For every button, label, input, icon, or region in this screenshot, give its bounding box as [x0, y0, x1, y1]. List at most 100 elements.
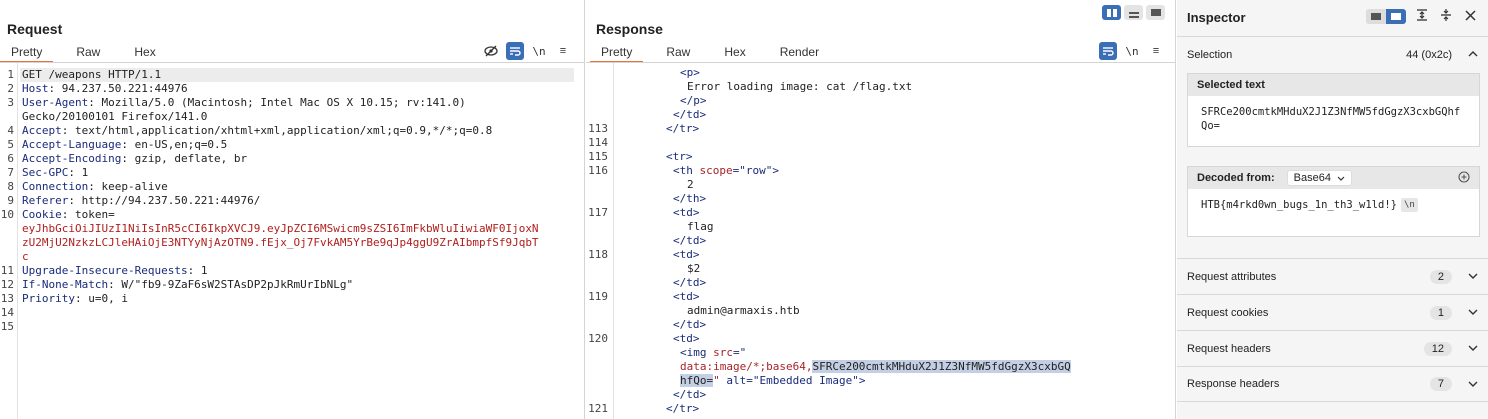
- response-line: </p>: [680, 94, 707, 108]
- header-value: : http://94.237.50.221:44976/: [68, 194, 261, 207]
- encoding-dropdown[interactable]: Base64: [1286, 170, 1352, 186]
- line-number: 113: [588, 122, 608, 135]
- inspector-layout-left-icon[interactable]: [1366, 9, 1386, 24]
- header-value: : keep-alive: [88, 180, 168, 193]
- section-request-attributes[interactable]: Request attributes 2: [1177, 258, 1488, 294]
- menu-icon[interactable]: ≡: [554, 42, 572, 60]
- response-tab-hex[interactable]: Hex: [713, 42, 756, 62]
- show-newlines-icon[interactable]: \n: [530, 42, 548, 60]
- code-token: </th>: [673, 192, 707, 205]
- selected-text-box: Selected text SFRCe200cmtkMHduX2J1Z3NfMW…: [1187, 73, 1480, 147]
- request-line: c: [22, 250, 29, 264]
- response-tabs: Pretty Raw Hex Render: [590, 42, 830, 63]
- selected-text-header: Selected text: [1188, 74, 1479, 96]
- decoded-box: Decoded from: Base64 HTB{m4rkd0wn_bugs_1…: [1187, 166, 1480, 237]
- tabbed-layout-icon[interactable]: [1146, 5, 1165, 20]
- request-line: Priority: u=0, i: [22, 292, 128, 306]
- code-token: alt: [726, 374, 747, 387]
- request-pane: Request Pretty Raw Hex \n ≡ 1 GET /weapon…: [0, 0, 585, 419]
- line-number: 13: [0, 292, 14, 305]
- collapse-all-icon[interactable]: [1438, 9, 1454, 24]
- code-token: "row": [739, 164, 773, 177]
- decoded-value-row: HTB{m4rkd0wn_bugs_1n_th3_w1ld!} \n: [1188, 189, 1479, 221]
- request-line: zU2MjU2NzkzLCJleHAiOjE3NTYyNjAzOTN9.fEjx…: [22, 236, 539, 250]
- inspector-layout-right-icon[interactable]: [1386, 9, 1406, 24]
- selection-count: 44 (0x2c): [1406, 48, 1452, 61]
- hide-nonprinting-icon[interactable]: [482, 42, 500, 60]
- request-tab-divider: [0, 62, 584, 63]
- request-line: Accept-Encoding: gzip, deflate, br: [22, 152, 247, 166]
- word-wrap-icon[interactable]: [1099, 42, 1117, 60]
- code-token: =": [733, 346, 747, 359]
- response-line: <tr>: [666, 150, 693, 164]
- code-token: <tr>: [666, 150, 693, 163]
- word-wrap-icon[interactable]: [506, 42, 524, 60]
- response-line: admin@armaxis.htb: [687, 304, 800, 318]
- request-tab-pretty[interactable]: Pretty: [0, 42, 54, 63]
- section-request-cookies[interactable]: Request cookies 1: [1177, 294, 1488, 330]
- add-icon[interactable]: [1458, 170, 1470, 186]
- section-count: 7: [1429, 377, 1452, 391]
- request-tab-raw[interactable]: Raw: [65, 42, 111, 62]
- header-value: : u=0, i: [74, 292, 128, 305]
- code-token: flag: [687, 220, 714, 233]
- header-value: : gzip, deflate, br: [121, 152, 248, 165]
- stacked-layout-icon[interactable]: [1124, 5, 1143, 20]
- request-tab-hex[interactable]: Hex: [123, 42, 166, 62]
- code-token: scope: [699, 164, 733, 177]
- menu-icon[interactable]: ≡: [1147, 42, 1165, 60]
- header-name: Sec-GPC: [22, 166, 69, 179]
- response-toolbar: \n ≡: [1099, 42, 1165, 60]
- side-by-side-layout-icon[interactable]: [1102, 5, 1121, 20]
- code-token: <p>: [680, 66, 700, 79]
- show-newlines-icon[interactable]: \n: [1123, 42, 1141, 60]
- request-editor[interactable]: 1 GET /weapons HTTP/1.1 2 Host: 94.237.50.2…: [0, 66, 584, 419]
- line-number: 6: [7, 152, 14, 165]
- request-line: Accept: text/html,application/xhtml+xml,…: [22, 124, 492, 138]
- response-line: </th>: [673, 192, 706, 206]
- response-title: Response: [596, 21, 663, 37]
- request-line: Cookie: token=: [22, 208, 115, 222]
- encoding-value: Base64: [1293, 172, 1331, 184]
- response-tab-pretty[interactable]: Pretty: [590, 42, 644, 63]
- header-value: : 1: [187, 264, 208, 277]
- selected-text-value[interactable]: SFRCe200cmtkMHduX2J1Z3NfMW5fdGgzX3cxbGQh…: [1188, 96, 1479, 142]
- header-value: : Mozilla/5.0 (Macintosh; Intel Mac OS X…: [88, 96, 466, 109]
- response-line: </td>: [673, 108, 706, 122]
- section-response-headers[interactable]: Response headers 7: [1177, 366, 1488, 402]
- selected-text: SFRCe200cmtkMHduX2J1Z3NfMW5fdGgzX3cxbGQ: [812, 360, 1071, 373]
- code-token: </tr>: [666, 122, 700, 135]
- response-tab-divider: [586, 62, 1175, 63]
- response-line: <p>: [680, 66, 700, 80]
- code-token: data:image/*;base64,: [680, 360, 813, 373]
- section-label: Request cookies: [1187, 306, 1269, 319]
- response-editor[interactable]: <p> Error loading image: cat /flag.txt </p…: [586, 66, 1175, 419]
- response-line: </td>: [673, 388, 706, 402]
- response-tab-raw[interactable]: Raw: [655, 42, 701, 62]
- request-line: Accept-Language: en-US,en;q=0.5: [22, 138, 227, 152]
- selection-section-header[interactable]: Selection 44 (0x2c): [1177, 36, 1488, 72]
- header-value: : W/"fb9-9ZaF6sW2STAsDP2pJkRmUrIbNLg": [108, 278, 354, 291]
- response-line: 2: [687, 178, 694, 192]
- expand-all-icon[interactable]: [1414, 9, 1430, 24]
- close-icon[interactable]: [1462, 9, 1478, 24]
- code-token: <td>: [673, 290, 700, 303]
- code-token: >: [772, 164, 779, 177]
- response-pane: Response Pretty Raw Hex Render \n ≡ <p> E…: [586, 0, 1176, 419]
- response-tab-render[interactable]: Render: [769, 42, 830, 62]
- request-tabs: Pretty Raw Hex: [0, 42, 167, 63]
- decoded-value[interactable]: HTB{m4rkd0wn_bugs_1n_th3_w1ld!}: [1201, 199, 1397, 211]
- section-count: 12: [1423, 341, 1452, 356]
- chevron-down-icon: [1468, 307, 1478, 318]
- request-line: GET /weapons HTTP/1.1: [22, 68, 161, 82]
- line-number: 10: [0, 208, 14, 221]
- chevron-down-icon: [1337, 176, 1345, 181]
- selected-text: hfQo=: [680, 374, 714, 387]
- cookie-value: c: [22, 250, 29, 263]
- section-request-headers[interactable]: Request headers 12: [1177, 330, 1488, 366]
- chevron-down-icon: [1468, 343, 1478, 354]
- response-line: <td>: [673, 290, 700, 304]
- header-name: Referer: [22, 194, 69, 207]
- response-line: $2: [687, 262, 700, 276]
- header-name: Priority: [22, 292, 75, 305]
